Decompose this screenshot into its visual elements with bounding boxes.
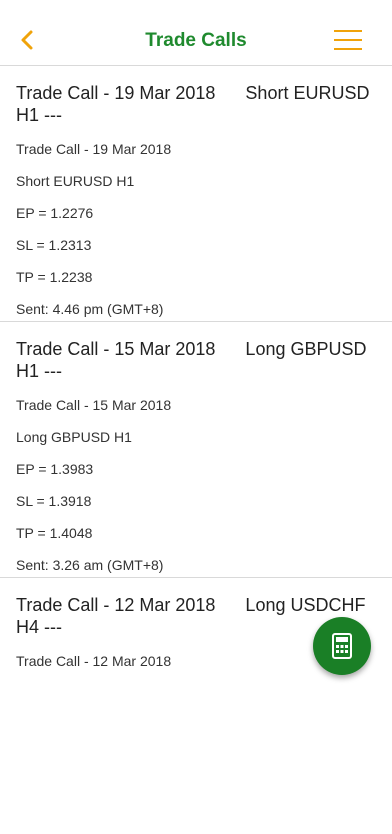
hamburger-menu-icon [334, 30, 362, 32]
menu-line [334, 48, 362, 50]
trade-call-date: Trade Call - 15 Mar 2018 [16, 397, 172, 413]
trade-call-direction: Long GBPUSD H1 [16, 429, 132, 445]
take-profit: TP = 1.4048 [16, 525, 93, 541]
entry-price: EP = 1.3983 [16, 461, 94, 477]
trade-call-direction: Short EURUSD H1 [16, 173, 135, 189]
sent-time: Sent: 3.26 am (GMT+8) [16, 557, 164, 573]
trade-call-title: Trade Call - 19 Mar 2018 Short EURUSD H1… [16, 83, 375, 125]
trade-call-item[interactable]: Trade Call - 15 Mar 2018 Long GBPUSD H1 … [0, 322, 392, 578]
calculator-icon [332, 633, 352, 659]
trade-call-list[interactable]: Trade Call - 19 Mar 2018 Short EURUSD H1… [0, 66, 392, 834]
trade-call-item[interactable]: Trade Call - 12 Mar 2018 Long USDCHF H4 … [0, 578, 392, 834]
trade-call-item[interactable]: Trade Call - 19 Mar 2018 Short EURUSD H1… [0, 66, 392, 322]
entry-price: EP = 1.2276 [16, 205, 94, 221]
stop-loss: SL = 1.2313 [16, 237, 92, 253]
sent-time: Sent: 4.46 pm (GMT+8) [16, 301, 164, 317]
take-profit: TP = 1.2238 [16, 269, 93, 285]
stop-loss: SL = 1.3918 [16, 493, 92, 509]
trade-call-date: Trade Call - 19 Mar 2018 [16, 141, 172, 157]
app-header: Trade Calls [0, 0, 392, 66]
menu-button[interactable] [334, 30, 362, 52]
trade-call-title: Trade Call - 15 Mar 2018 Long GBPUSD H1 … [16, 339, 372, 381]
menu-line [334, 39, 362, 41]
calculator-button[interactable] [313, 617, 371, 675]
